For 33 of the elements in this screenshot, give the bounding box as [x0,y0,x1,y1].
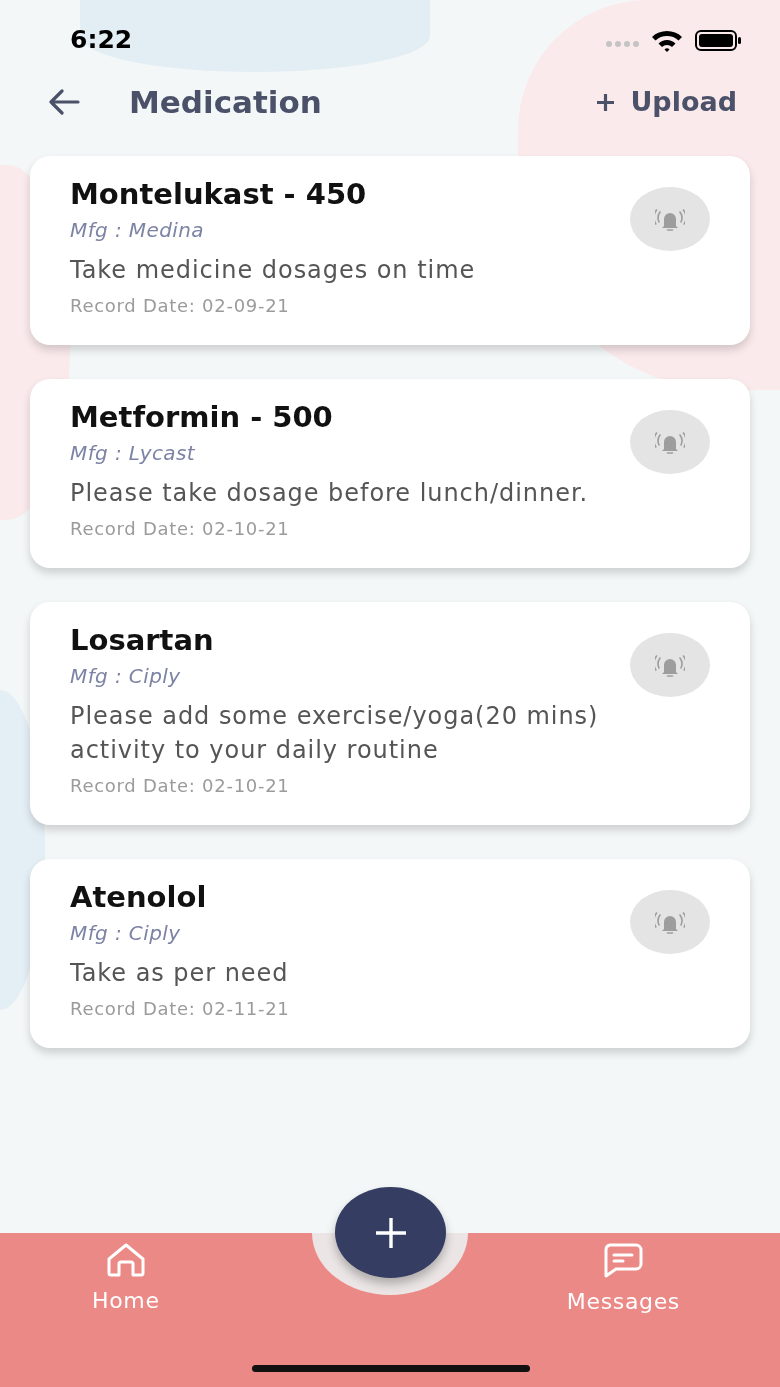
bell-icon [655,909,685,935]
manufacturer-label: Mfg : Medina [70,217,204,244]
record-date: Record Date: 02-10-21 [70,774,291,798]
signal-icon [606,41,639,47]
medication-note: Please take dosage before lunch/dinner. [70,478,590,509]
record-date: Record Date: 02-10-21 [70,517,291,541]
record-date: Record Date: 02-09-21 [70,294,291,318]
home-tab[interactable]: Home [92,1233,160,1387]
record-date: Record Date: 02-11-21 [70,997,291,1021]
medication-name: Montelukast - 450 [70,176,367,212]
bell-icon [655,429,685,455]
status-time: 6:22 [70,26,133,54]
plus-icon [597,93,615,111]
upload-button[interactable]: Upload [597,84,737,120]
manufacturer-label: Mfg : Ciply [70,663,181,690]
battery-icon [695,29,741,51]
bell-icon [655,652,685,678]
wifi-icon [651,28,683,52]
home-icon [105,1242,146,1277]
medication-name: Metformin - 500 [70,399,333,435]
plus-icon [375,1217,406,1248]
medication-note: Please add some exercise/yoga(20 mins) activity to your daily routine [70,701,600,766]
page-title: Medication [129,83,322,122]
bell-icon [655,206,685,232]
manufacturer-label: Mfg : Ciply [70,920,181,947]
manufacturer-label: Mfg : Lycast [70,440,196,467]
medication-note: Take as per need [70,958,290,989]
medication-name: Losartan [70,622,214,658]
medication-note: Take medicine dosages on time [70,255,477,286]
medication-name: Atenolol [70,879,207,915]
chat-icon [602,1242,645,1278]
back-icon[interactable] [48,89,80,115]
messages-tab[interactable]: Messages [566,1233,680,1387]
